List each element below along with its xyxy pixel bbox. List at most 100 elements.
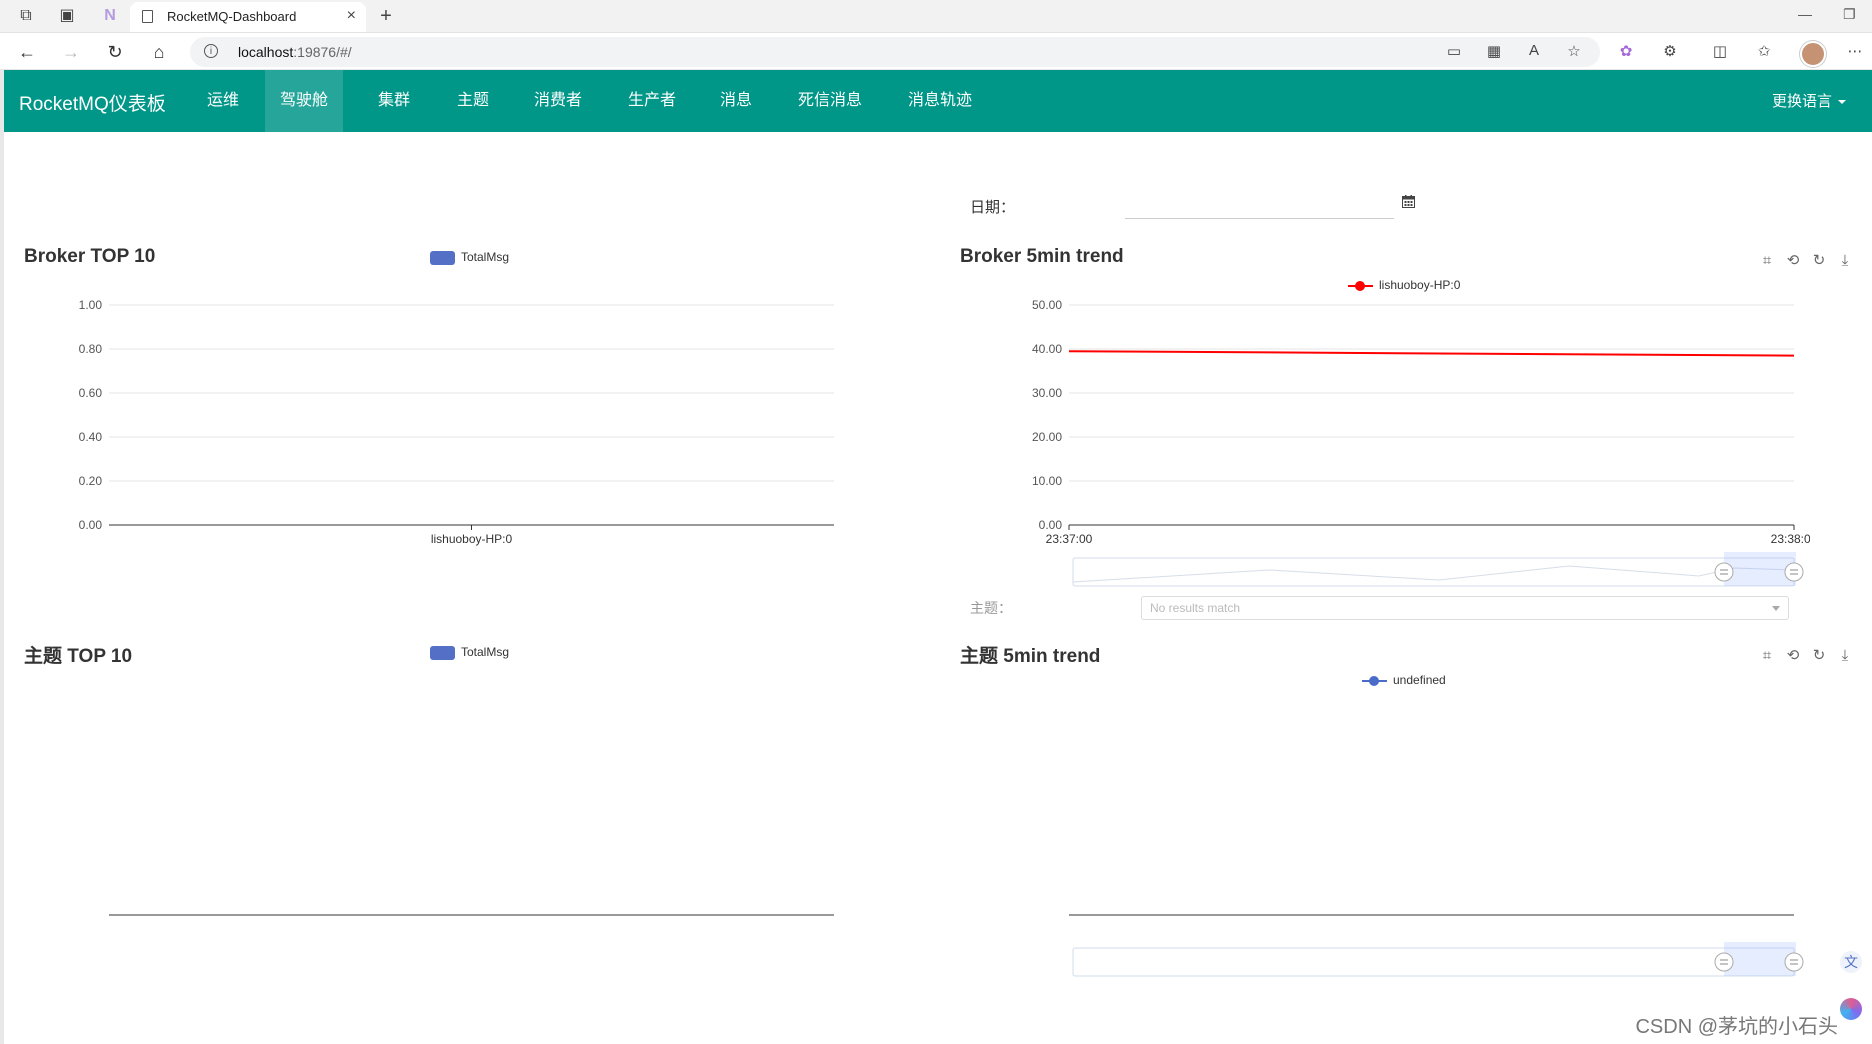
broker-top10-legend[interactable]: TotalMsg bbox=[430, 250, 509, 265]
home-icon[interactable]: ⌂ bbox=[148, 41, 170, 63]
topic-label: 主题： bbox=[970, 600, 1012, 616]
nav-item-consumer[interactable]: 消费者 bbox=[520, 70, 596, 132]
zoom-select-icon[interactable]: ⌗ bbox=[1758, 647, 1776, 665]
reload-icon[interactable]: ↻ bbox=[104, 41, 126, 63]
y-tick-label: 10.00 bbox=[1032, 474, 1062, 488]
topic-top10-legend[interactable]: TotalMsg bbox=[430, 645, 509, 660]
legend-label: TotalMsg bbox=[461, 645, 510, 659]
translate-icon[interactable]: 文 bbox=[1840, 951, 1862, 973]
brand-title[interactable]: RocketMQ仪表板 bbox=[19, 89, 166, 116]
caret-down-icon bbox=[1838, 100, 1846, 105]
legend-label: TotalMsg bbox=[461, 250, 510, 264]
y-tick-label: 50.00 bbox=[1032, 298, 1062, 312]
x-tick-label: 23:38:00 bbox=[1771, 532, 1810, 546]
y-tick-label: 0.60 bbox=[79, 386, 103, 400]
language-label: 更换语言 bbox=[1771, 93, 1832, 110]
url-text[interactable]: localhost:19876/#/ bbox=[238, 44, 352, 60]
url-field[interactable]: i localhost:19876/#/ bbox=[190, 37, 1600, 67]
date-label: 日期： bbox=[970, 199, 1016, 216]
zoom-select-icon[interactable]: ⌗ bbox=[1758, 252, 1776, 270]
qr-code-icon[interactable]: ▦ bbox=[1484, 42, 1504, 60]
save-image-icon[interactable]: ⤓ bbox=[1836, 252, 1854, 270]
datazoom-handle bbox=[1784, 952, 1804, 972]
restore-icon[interactable]: ↻ bbox=[1810, 252, 1828, 270]
site-info-icon[interactable]: i bbox=[204, 44, 218, 58]
split-screen-icon[interactable]: ◫ bbox=[1710, 42, 1730, 60]
series-line bbox=[1068, 350, 1795, 357]
favorite-star-icon[interactable]: ☆ bbox=[1564, 42, 1584, 60]
url-path: :19876/#/ bbox=[293, 44, 352, 60]
extensions-icon[interactable]: ⚙ bbox=[1660, 42, 1680, 60]
app-available-icon[interactable]: ▭ bbox=[1444, 42, 1464, 60]
page-icon bbox=[142, 10, 153, 23]
close-tab-icon[interactable]: × bbox=[347, 7, 356, 25]
nav-item-cluster[interactable]: 集群 bbox=[359, 70, 429, 132]
datazoom-track bbox=[1072, 557, 1795, 587]
nav-item-message[interactable]: 消息 bbox=[707, 70, 765, 132]
browser-tab[interactable]: RocketMQ-Dashboard × bbox=[130, 2, 366, 32]
restore-icon[interactable]: ↻ bbox=[1810, 647, 1828, 665]
nav-item-ops[interactable]: 运维 bbox=[194, 70, 252, 132]
copilot-float-icon[interactable] bbox=[1840, 998, 1862, 1020]
nav-item-cockpit[interactable]: 驾驶舱 bbox=[265, 70, 343, 132]
y-tick-label: 0.00 bbox=[79, 518, 103, 532]
datazoom-handle bbox=[1714, 562, 1734, 582]
x-tick-label: 23:37:00 bbox=[1046, 532, 1093, 546]
minimize-icon[interactable]: — bbox=[1798, 6, 1812, 22]
topic-select-placeholder: No results match bbox=[1150, 601, 1241, 615]
legend-swatch bbox=[430, 250, 455, 265]
vertical-tabs-icon[interactable]: ▣ bbox=[57, 6, 77, 26]
y-tick-label: 1.00 bbox=[79, 298, 103, 312]
broker-trend-title: Broker 5min trend bbox=[960, 246, 1124, 267]
language-dropdown[interactable]: 更换语言 bbox=[1772, 90, 1846, 111]
nav-item-message-trace[interactable]: 消息轨迹 bbox=[893, 70, 987, 132]
x-tick-label: lishuoboy-HP:0 bbox=[431, 532, 513, 546]
topic-trend-chart bbox=[1069, 914, 1804, 977]
nav-item-dlq-message[interactable]: 死信消息 bbox=[783, 70, 877, 132]
y-tick-label: 0.20 bbox=[79, 474, 103, 488]
zoom-reset-icon[interactable]: ⟲ bbox=[1784, 647, 1802, 665]
url-host: localhost bbox=[238, 44, 294, 60]
main-navbar: RocketMQ仪表板 运维 驾驶舱 集群 主题 消费者 生产者 消息 死信消息… bbox=[4, 70, 1872, 132]
datazoom-handle bbox=[1714, 952, 1734, 972]
datazoom-handle bbox=[1784, 562, 1804, 582]
broker-trend-chart: 50.00 40.00 30.00 20.00 10.00 0.0023:37:00 23:… bbox=[1032, 298, 1810, 587]
new-tab-icon[interactable]: + bbox=[376, 6, 396, 26]
watermark: CSDN @茅坑的小石头 bbox=[1635, 1016, 1838, 1038]
date-field[interactable] bbox=[1125, 191, 1394, 219]
more-menu-icon[interactable]: ⋯ bbox=[1845, 42, 1865, 60]
topic-select[interactable]: No results match bbox=[1141, 596, 1789, 620]
read-aloud-icon[interactable]: A bbox=[1524, 42, 1544, 59]
datazoom-track bbox=[1072, 947, 1795, 977]
restore-icon[interactable]: ❐ bbox=[1843, 6, 1856, 23]
calendar-icon[interactable] bbox=[1402, 195, 1415, 208]
broker-top10-title: Broker TOP 10 bbox=[24, 246, 156, 267]
nav-item-topic[interactable]: 主题 bbox=[444, 70, 502, 132]
y-tick-label: 30.00 bbox=[1032, 386, 1062, 400]
y-tick-label: 0.00 bbox=[1039, 518, 1063, 532]
favorites-icon[interactable]: ✩ bbox=[1754, 42, 1774, 60]
broker-trend-toolbox: ⌗ ⟲ ↻ ⤓ bbox=[1758, 252, 1862, 270]
profile-avatar[interactable] bbox=[1800, 41, 1826, 67]
zoom-reset-icon[interactable]: ⟲ bbox=[1784, 252, 1802, 270]
browser-tab-strip: ⧉ ▣ N RocketMQ-Dashboard × + — ❐ bbox=[0, 0, 1872, 33]
forward-icon[interactable]: → bbox=[60, 41, 82, 63]
topic-top10-chart bbox=[109, 914, 834, 916]
y-tick-label: 20.00 bbox=[1032, 430, 1062, 444]
save-image-icon[interactable]: ⤓ bbox=[1836, 647, 1854, 665]
page-left-border bbox=[0, 70, 4, 1044]
topic-top10-title: 主题 TOP 10 bbox=[24, 646, 133, 667]
workspaces-icon[interactable]: ⧉ bbox=[16, 6, 36, 26]
tab-title: RocketMQ-Dashboard bbox=[167, 9, 297, 24]
y-tick-label: 0.40 bbox=[79, 430, 103, 444]
y-tick-label: 0.80 bbox=[79, 342, 103, 356]
topic-trend-title: 主题 5min trend bbox=[960, 646, 1101, 667]
broker-top10-chart: 1.00 0.80 0.60 0.40 0.20 0.00 lishuoboy-HP:0 bbox=[79, 298, 834, 546]
topic-trend-toolbox: ⌗ ⟲ ↻ ⤓ bbox=[1758, 647, 1862, 665]
copilot-icon[interactable]: ✿ bbox=[1616, 42, 1636, 60]
nav-item-producer[interactable]: 生产者 bbox=[614, 70, 690, 132]
back-icon[interactable]: ← bbox=[16, 41, 38, 63]
y-tick-label: 40.00 bbox=[1032, 342, 1062, 356]
pinned-tab-icon[interactable]: N bbox=[100, 6, 120, 26]
address-bar: ← → ↻ ⌂ i localhost:19876/#/ ▭ ▦ A ☆ ✿ ⚙… bbox=[0, 33, 1872, 70]
